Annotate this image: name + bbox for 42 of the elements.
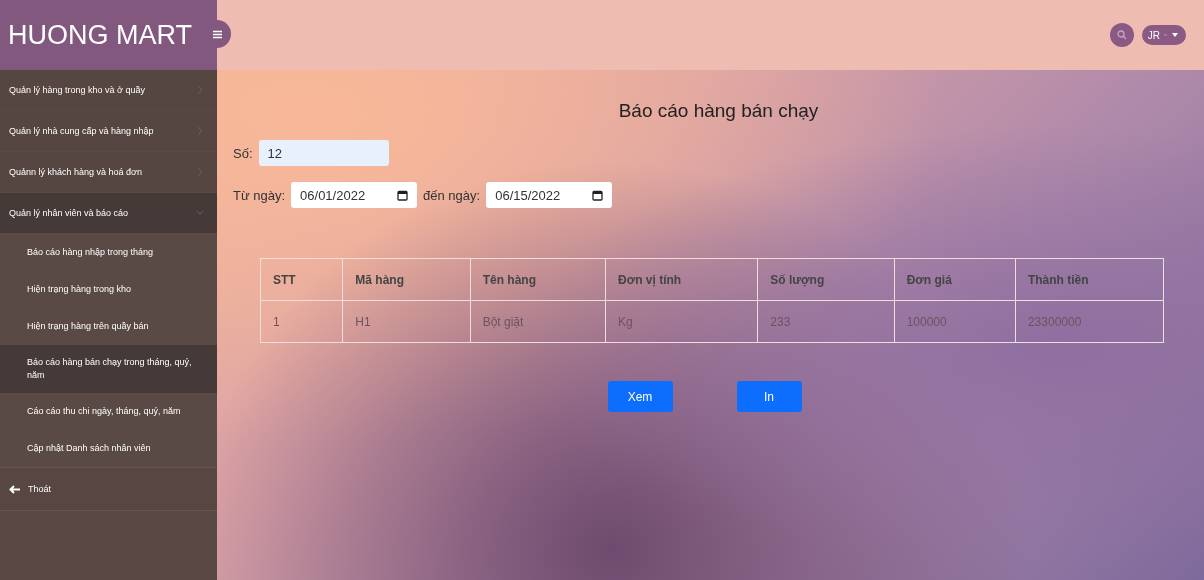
user-menu-button[interactable]: JR [1141, 25, 1186, 45]
table-cell: H1 [342, 300, 471, 343]
from-date-label: Từ ngày: [233, 187, 286, 203]
chevron-icon [197, 209, 203, 217]
action-button[interactable]: Xem [607, 381, 673, 412]
calendar-icon[interactable] [397, 189, 409, 201]
count-label: Số: [233, 145, 253, 161]
column-header: Đơn giá [894, 258, 1016, 301]
sidebar-item[interactable]: Quản lý nhà cung cấp và hàng nhập [0, 111, 217, 152]
to-date-field[interactable]: 06/15/2022 [486, 182, 613, 208]
sidebar-item[interactable]: Quản lý nhân viên và báo cáo [0, 193, 217, 234]
column-header: Số lượng [757, 258, 895, 301]
chevron-icon [197, 168, 203, 176]
table-cell: 1 [260, 300, 343, 343]
column-header: STT [260, 258, 343, 301]
column-header: Đơn vị tính [605, 258, 758, 301]
sidebar-item[interactable]: Quản lý hàng trong kho và ở quầy [0, 70, 217, 111]
brand-title: HUONG MART [8, 19, 192, 51]
arrow-left-icon [9, 484, 20, 494]
table-cell: Kg [605, 300, 758, 343]
column-header: Tên hàng [470, 258, 606, 301]
action-button[interactable]: In [736, 381, 802, 412]
sidebar-subitem[interactable]: Báo cáo hàng bán chạy trong tháng, quý, năm [0, 345, 217, 393]
search-button[interactable] [1109, 23, 1134, 47]
search-icon [1116, 30, 1127, 40]
table-cell: 233 [757, 300, 895, 343]
caret-icon [1164, 32, 1180, 38]
sidebar-item[interactable]: Quảnn lý khách hàng và hoá đơn [0, 152, 217, 193]
page-title: Báo cáo hàng bán chạy [617, 100, 820, 122]
to-date-label: đến ngày: [423, 187, 481, 203]
table-cell: 100000 [894, 300, 1016, 343]
column-header: Thành tiền [1015, 258, 1164, 301]
from-date-field[interactable]: 06/01/2022 [291, 182, 418, 208]
chevron-icon [197, 127, 203, 135]
column-header: Mã hàng [342, 258, 471, 301]
table-cell: Bột giặt [470, 300, 606, 343]
table-cell: 23300000 [1015, 300, 1164, 343]
logout-item[interactable]: Thoát [0, 467, 217, 511]
calendar-icon[interactable] [592, 189, 604, 201]
menu-icon [212, 29, 222, 39]
count-field[interactable]: 12 [258, 140, 389, 166]
chevron-icon [197, 86, 203, 94]
